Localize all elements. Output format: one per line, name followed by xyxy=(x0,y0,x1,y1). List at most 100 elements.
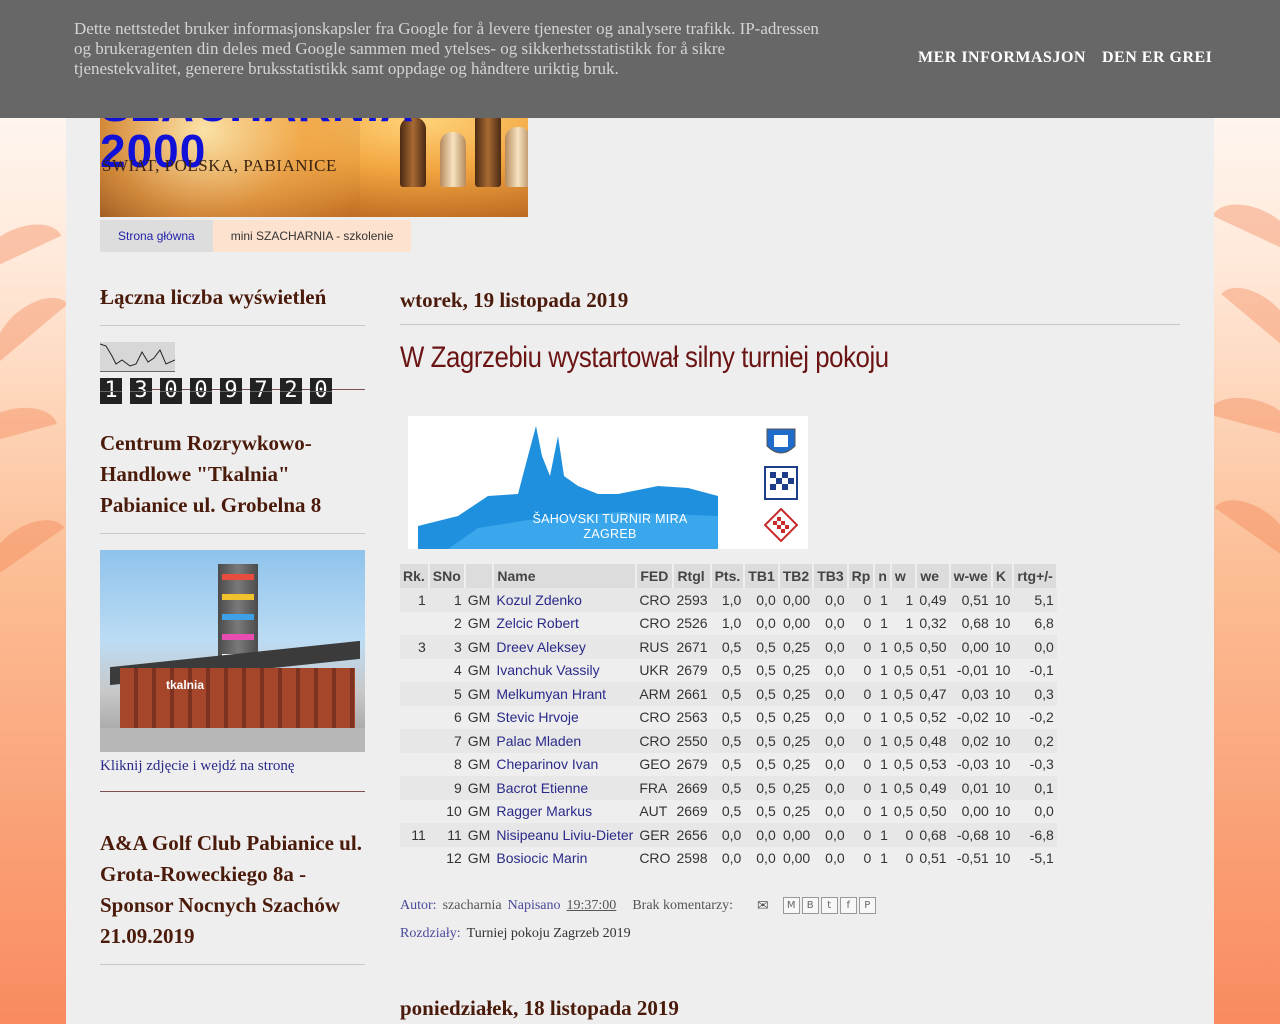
table-cell: 1 xyxy=(874,729,891,753)
table-cell: 10 xyxy=(991,682,1014,706)
column-header: Pts. xyxy=(710,564,746,588)
column-header: we xyxy=(916,564,951,588)
table-cell: 0,49 xyxy=(916,776,950,800)
table-cell: 0,5 xyxy=(756,709,776,726)
table-cell: 0,68 xyxy=(916,823,950,847)
table-cell: 0 xyxy=(863,756,872,773)
views-counter: 1 3 0 0 9 7 2 0 xyxy=(100,374,365,404)
table-row: 3 3 GM Dreev Aleksey RUS 2671 0,5 0,5 0,25 0,0 0 1 0… xyxy=(400,635,1057,659)
table-cell: 2679 xyxy=(676,662,708,679)
blog-page: SZACHARNIA 2000 ŚWIAT, POLSKA, PABIANICE… xyxy=(66,0,1214,1024)
table-cell: -0,1 xyxy=(1029,662,1054,679)
mall-hall xyxy=(120,668,355,730)
cookie-notice-text: Dette nettstedet bruker informasjonskaps… xyxy=(74,19,819,78)
table-row: 10 GM Ragger Markus AUT 2669 0,5 0,5 0,25 0,0 0 1 0… xyxy=(400,800,1057,824)
table-cell: 0 xyxy=(863,803,872,820)
mall-image[interactable]: tkalnia xyxy=(100,550,365,752)
table-cell: 0,5 xyxy=(756,662,776,679)
email-post-icon[interactable]: ✉ xyxy=(757,898,769,914)
blogger-icon[interactable]: B xyxy=(801,897,819,914)
post-title[interactable]: W Zagrzebiu wystartował silny turniej po… xyxy=(400,341,1071,375)
player-name[interactable]: Dreev Aleksey xyxy=(493,635,637,659)
table-cell xyxy=(400,847,429,871)
player-name[interactable]: Bosiocic Marin xyxy=(493,847,636,871)
player-name[interactable]: Stevic Hrvoje xyxy=(493,706,636,730)
table-cell: 8 xyxy=(454,756,462,773)
tab-mini-szacharnia[interactable]: mini SZACHARNIA - szkolenie xyxy=(212,220,412,252)
table-cell: 0,53 xyxy=(919,756,947,773)
player-name[interactable]: Zelcic Robert xyxy=(493,612,636,636)
table-cell: 0,0 xyxy=(744,588,779,612)
table-cell: 0,0 xyxy=(756,615,776,632)
twitter-icon[interactable]: t xyxy=(820,897,838,914)
author-name[interactable]: szacharnia xyxy=(443,898,502,914)
table-cell: AUT xyxy=(639,803,668,820)
table-cell: 6 xyxy=(454,709,462,726)
table-cell: 0,00 xyxy=(782,850,811,867)
table-cell: 0,25 xyxy=(778,635,814,659)
column-header: n xyxy=(874,564,892,588)
table-cell: -0,68 xyxy=(949,823,992,847)
counter-digit: 0 xyxy=(310,378,332,404)
table-cell: GM xyxy=(464,729,494,753)
table-cell: 9 xyxy=(428,776,465,800)
zagreb-crest-icon xyxy=(766,428,796,454)
email-icon[interactable]: M xyxy=(782,897,800,914)
player-name[interactable]: Bacrot Etienne xyxy=(493,776,637,800)
table-cell: 0 xyxy=(863,850,872,867)
table-cell: 0,51 xyxy=(919,850,947,867)
labels-label: Rozdziały: xyxy=(400,926,461,941)
table-row: 8 GM Cheparinov Ivan GEO 2679 0,5 0,5 0,25 0,0 0 1… xyxy=(400,753,1057,777)
table-cell: 0 xyxy=(905,850,914,867)
table-cell: 0,5 xyxy=(721,709,742,726)
table-cell: UKR xyxy=(639,662,669,679)
player-name[interactable]: Cheparinov Ivan xyxy=(493,753,636,777)
table-cell: 2563 xyxy=(676,709,708,726)
facebook-icon[interactable]: f xyxy=(839,897,857,914)
player-name[interactable]: Nisipeanu Liviu-Dieter xyxy=(493,823,637,847)
comments-link[interactable]: Brak komentarzy: xyxy=(632,898,733,914)
table-cell: GM xyxy=(464,588,494,612)
table-cell: 0 xyxy=(847,682,875,706)
tournament-poster[interactable]: ŠAHOVSKI TURNIR MIRA ZAGREB xyxy=(408,416,808,549)
table-cell: 2550 xyxy=(673,729,711,753)
counter-digit: 1 xyxy=(100,378,122,404)
table-cell: 1,0 xyxy=(710,588,745,612)
table-cell: 0,5 xyxy=(744,635,779,659)
table-row: 11 11 GM Nisipeanu Liviu-Dieter GER 2656 0,0 0,… xyxy=(400,823,1057,847)
accept-cookies-button[interactable]: DEN ER GREI xyxy=(1102,49,1212,67)
table-cell: 0,68 xyxy=(961,615,989,632)
column-header: rtg+/- xyxy=(1013,564,1058,588)
divider xyxy=(400,324,1180,325)
player-name[interactable]: Ivanchuk Vassily xyxy=(493,659,636,683)
pinterest-icon[interactable]: P xyxy=(858,897,876,914)
player-name[interactable]: Melkumyan Hrant xyxy=(493,682,637,706)
post-time-link[interactable]: 19:37:00 xyxy=(567,898,617,914)
table-cell: 0,02 xyxy=(949,729,992,753)
author-label: Autor: xyxy=(400,897,437,913)
table-cell xyxy=(400,706,429,730)
player-name[interactable]: Palac Mladen xyxy=(493,729,637,753)
table-cell: 0,47 xyxy=(916,682,950,706)
blog-subtitle: ŚWIAT, POLSKA, PABIANICE xyxy=(102,156,337,175)
table-cell: 0,5 xyxy=(756,756,776,773)
table-cell: 1 xyxy=(874,635,891,659)
table-cell: 4 xyxy=(454,662,462,679)
table-cell: 0,00 xyxy=(949,635,992,659)
table-row: 4 GM Ivanchuk Vassily UKR 2679 0,5 0,5 0,25 0,0 0… xyxy=(400,659,1057,683)
table-cell: 1 xyxy=(880,662,888,679)
label-link[interactable]: Turniej pokoju Zagrzeb 2019 xyxy=(467,926,631,942)
table-cell: -0,2 xyxy=(1029,709,1054,726)
column-header: Rk. xyxy=(400,564,430,588)
table-cell: 10 xyxy=(994,850,1011,867)
table-cell: 0 xyxy=(890,823,917,847)
table-row: 6 GM Stevic Hrvoje CRO 2563 0,5 0,5 0,25 0,0 0 1 0,… xyxy=(400,706,1057,730)
player-name[interactable]: Ragger Markus xyxy=(493,800,636,824)
mall-link[interactable]: Kliknij zdjęcie i wejdź na stronę xyxy=(100,758,365,775)
more-info-button[interactable]: MER INFORMASJON xyxy=(918,49,1086,67)
table-cell: 11 xyxy=(428,823,465,847)
table-cell: 10 xyxy=(994,756,1011,773)
tab-home[interactable]: Strona główna xyxy=(100,220,213,252)
table-cell: 0,5 xyxy=(893,662,914,679)
player-name[interactable]: Kozul Zdenko xyxy=(493,588,637,612)
